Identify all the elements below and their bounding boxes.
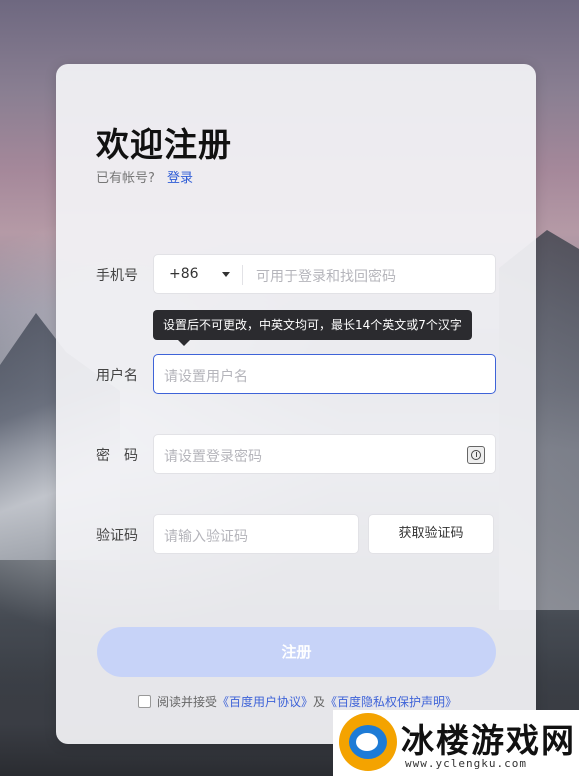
password-label: 密 码	[96, 448, 138, 464]
username-input-placeholder[interactable]: 请设置用户名	[164, 366, 248, 386]
watermark-text: 冰楼游戏网	[401, 721, 576, 760]
phone-field[interactable]: +86 可用于登录和找回密码	[153, 254, 496, 294]
watermark-logo-icon	[339, 713, 397, 771]
password-input-placeholder[interactable]: 请设置登录密码	[164, 446, 262, 466]
page-title: 欢迎注册	[96, 125, 232, 164]
privacy-statement-link[interactable]: 《百度隐私权保护声明》	[325, 695, 457, 709]
username-label: 用户名	[96, 368, 138, 384]
agreement-checkbox[interactable]	[138, 695, 151, 708]
agreement-and-text: 及	[313, 695, 326, 709]
get-code-button[interactable]: 获取验证码	[368, 514, 494, 554]
user-agreement-link[interactable]: 《百度用户协议》	[217, 695, 313, 709]
agreement-text: 阅读并接受	[157, 695, 218, 709]
subtitle-text: 已有帐号?	[96, 171, 155, 186]
agreement-row: 阅读并接受《百度用户协议》及《百度隐私权保护声明》	[138, 693, 457, 710]
phone-label: 手机号	[96, 268, 138, 284]
username-tooltip: 设置后不可更改，中英文均可，最长14个英文或7个汉字	[153, 310, 472, 346]
code-label: 验证码	[96, 528, 138, 544]
username-field[interactable]: 请设置用户名	[153, 354, 496, 394]
register-button[interactable]: 注册	[97, 627, 496, 677]
password-field[interactable]: 请设置登录密码	[153, 434, 496, 474]
code-field[interactable]: 请输入验证码	[153, 514, 359, 554]
watermark-url: www.yclengku.com	[405, 757, 527, 770]
country-code-select[interactable]: +86	[169, 266, 199, 282]
login-link[interactable]: 登录	[167, 171, 193, 186]
register-card: 欢迎注册 已有帐号? 登录 手机号 +86 可用于登录和找回密码 设置后不可更改…	[56, 64, 536, 744]
code-input-placeholder[interactable]: 请输入验证码	[164, 526, 248, 546]
divider	[242, 265, 243, 285]
phone-input-placeholder[interactable]: 可用于登录和找回密码	[256, 266, 396, 286]
password-visibility-icon[interactable]	[467, 446, 485, 464]
subtitle: 已有帐号? 登录	[96, 167, 193, 186]
watermark-banner: 冰楼游戏网 www.yclengku.com	[333, 710, 579, 776]
caret-down-icon[interactable]	[222, 272, 230, 277]
